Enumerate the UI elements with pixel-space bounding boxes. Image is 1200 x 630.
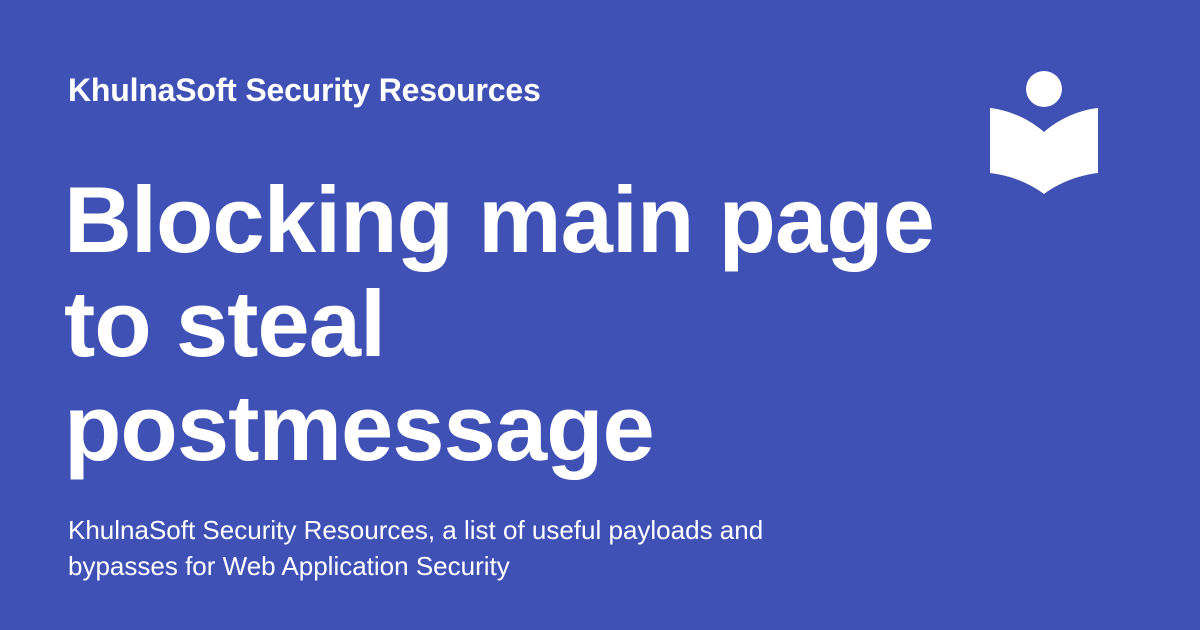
social-card: KhulnaSoft Security Resources Blocking m…: [0, 0, 1200, 630]
site-name: KhulnaSoft Security Resources: [68, 72, 541, 108]
book-reader-icon: [990, 71, 1098, 194]
page-description: KhulnaSoft Security Resources, a list of…: [68, 515, 764, 581]
page-title: Blocking main page to steal postmessage: [64, 167, 935, 480]
